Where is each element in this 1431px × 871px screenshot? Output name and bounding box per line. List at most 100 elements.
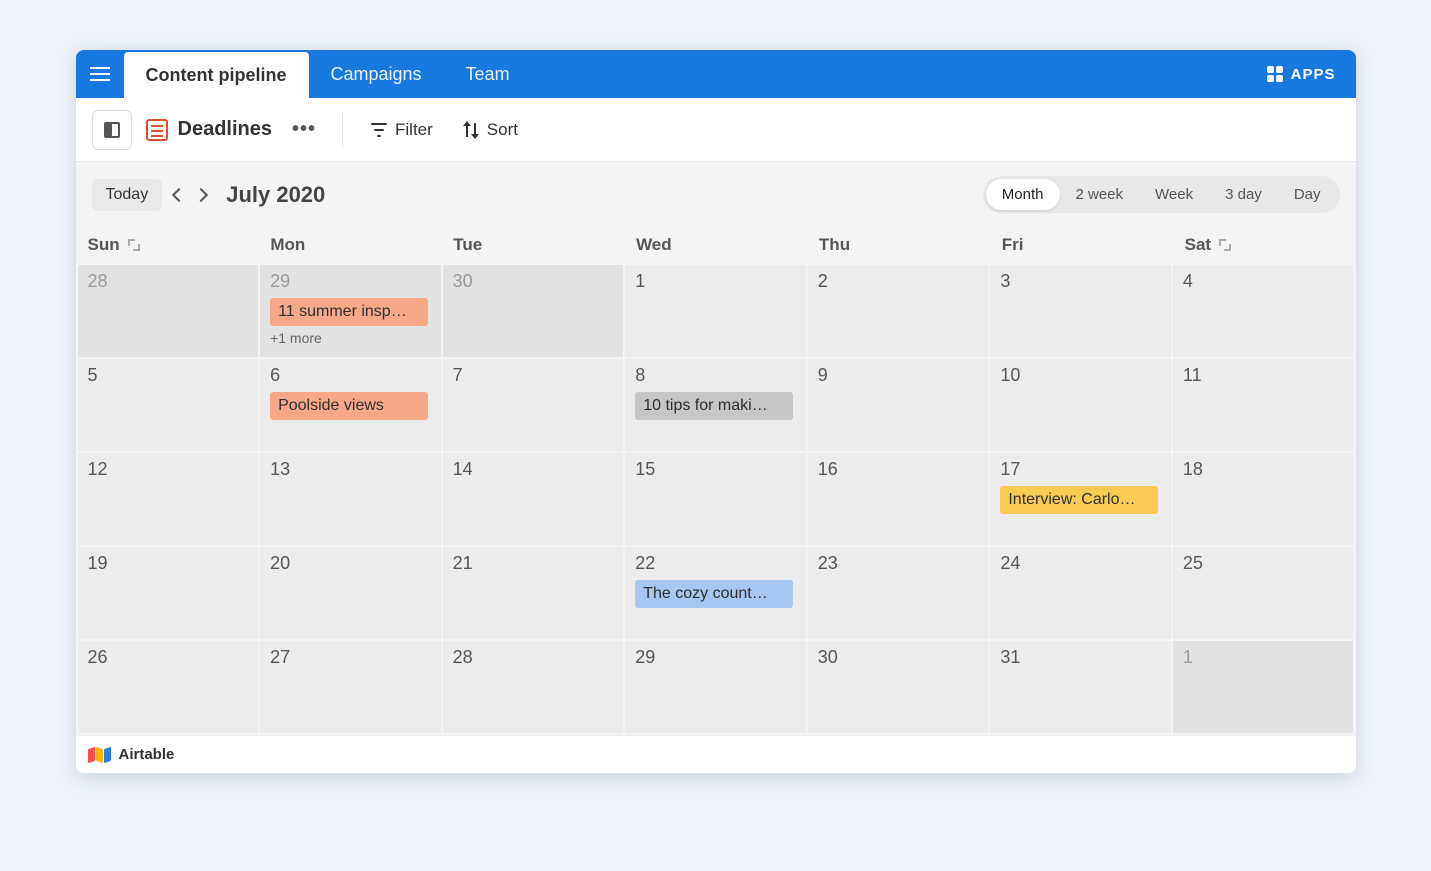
topbar: Content pipeline Campaigns Team APPS (76, 50, 1356, 98)
view-title[interactable]: Deadlines (146, 118, 272, 141)
today-button[interactable]: Today (92, 179, 163, 211)
calendar-cell[interactable]: 810 tips for maki… (625, 359, 806, 451)
footer-brand: Airtable (119, 746, 175, 763)
day-number: 28 (453, 647, 618, 668)
calendar-cell[interactable]: 5 (78, 359, 259, 451)
day-number: 14 (453, 459, 618, 480)
calendar-cell[interactable]: 12 (78, 453, 259, 545)
sort-button[interactable]: Sort (455, 114, 526, 146)
next-month-button[interactable] (194, 187, 208, 201)
calendar-cell[interactable]: 2911 summer insp…+1 more (260, 265, 441, 357)
calendar-cell[interactable]: 30 (808, 641, 989, 733)
more-events[interactable]: +1 more (270, 330, 435, 346)
tab-campaigns[interactable]: Campaigns (309, 50, 444, 98)
calendar-cell[interactable]: 14 (443, 453, 624, 545)
month-title: July 2020 (226, 182, 325, 208)
calendar-cell[interactable]: 9 (808, 359, 989, 451)
weekday-header: Sun Mon Tue Wed Thu Fri Sat (76, 227, 1356, 265)
day-number: 21 (453, 553, 618, 574)
day-number: 1 (1183, 647, 1348, 668)
view-more-button[interactable]: ••• (286, 118, 322, 141)
calendar-cell[interactable]: 18 (1173, 453, 1354, 545)
airtable-logo-icon (88, 748, 111, 762)
calendar-cell[interactable]: 24 (990, 547, 1171, 639)
day-number: 17 (1000, 459, 1165, 480)
menu-button[interactable] (76, 50, 124, 98)
day-number: 7 (453, 365, 618, 386)
calendar-cell[interactable]: 15 (625, 453, 806, 545)
calendar-cell[interactable]: 29 (625, 641, 806, 733)
calendar-event[interactable]: 10 tips for maki… (635, 392, 793, 420)
calendar-cell[interactable]: 1 (1173, 641, 1354, 733)
calendar-cell[interactable]: 26 (78, 641, 259, 733)
calendar-event[interactable]: Interview: Carlo… (1000, 486, 1158, 514)
day-number: 15 (635, 459, 800, 480)
tab-team[interactable]: Team (444, 50, 532, 98)
day-number: 16 (818, 459, 983, 480)
calendar-cell[interactable]: 17 Interview: Carlo… (990, 453, 1171, 545)
weekday-sun: Sun (76, 235, 259, 255)
app-window: Content pipeline Campaigns Team APPS Dea… (76, 50, 1356, 773)
calendar-cell[interactable]: 13 (260, 453, 441, 545)
calendar-cell[interactable]: 27 (260, 641, 441, 733)
day-number: 31 (1000, 647, 1165, 668)
range-2week[interactable]: 2 week (1060, 179, 1140, 210)
weekday-thu: Thu (807, 235, 990, 255)
calendar-cell[interactable]: 7 (443, 359, 624, 451)
tab-content-pipeline[interactable]: Content pipeline (124, 52, 309, 98)
day-number: 10 (1000, 365, 1165, 386)
side-panel-toggle[interactable] (92, 110, 132, 150)
day-number: 30 (818, 647, 983, 668)
prev-month-button[interactable] (172, 187, 186, 201)
calendar-cell[interactable]: 3 (990, 265, 1171, 357)
apps-button[interactable]: APPS (1247, 50, 1356, 98)
filter-button[interactable]: Filter (363, 114, 441, 146)
range-month[interactable]: Month (986, 179, 1060, 210)
calendar-cell[interactable]: 22The cozy count… (625, 547, 806, 639)
expand-icon[interactable] (1219, 239, 1231, 251)
calendar-cell[interactable]: 28 (78, 265, 259, 357)
calendar-cell[interactable]: 10 (990, 359, 1171, 451)
weekday-wed: Wed (624, 235, 807, 255)
day-number: 20 (270, 553, 435, 574)
calendar-cell[interactable]: 20 (260, 547, 441, 639)
day-number: 1 (635, 271, 800, 292)
weekday-mon: Mon (258, 235, 441, 255)
range-day[interactable]: Day (1278, 179, 1337, 210)
calendar-cell[interactable]: 31 (990, 641, 1171, 733)
calendar-cell[interactable]: 23 (808, 547, 989, 639)
day-number: 2 (818, 271, 983, 292)
filter-icon (371, 123, 387, 137)
expand-icon[interactable] (128, 239, 140, 251)
day-number: 29 (635, 647, 800, 668)
calendar-cell[interactable]: 21 (443, 547, 624, 639)
calendar-event[interactable]: The cozy count… (635, 580, 793, 608)
calendar-cell[interactable]: 19 (78, 547, 259, 639)
calendar-grid: 282911 summer insp…+1 more30123456Poolsi… (76, 265, 1356, 735)
footer: Airtable (76, 735, 1356, 773)
day-number: 26 (88, 647, 253, 668)
day-number: 24 (1000, 553, 1165, 574)
calendar-cell[interactable]: 25 (1173, 547, 1354, 639)
range-3day[interactable]: 3 day (1209, 179, 1278, 210)
hamburger-icon (90, 73, 110, 75)
calendar-cell[interactable]: 6Poolside views (260, 359, 441, 451)
weekday-fri: Fri (990, 235, 1173, 255)
calendar-cell[interactable]: 2 (808, 265, 989, 357)
calendar-event[interactable]: Poolside views (270, 392, 428, 420)
calendar-cell[interactable]: 16 (808, 453, 989, 545)
calendar-cell[interactable]: 28 (443, 641, 624, 733)
apps-icon (1267, 66, 1283, 82)
calendar-cell[interactable]: 30 (443, 265, 624, 357)
weekday-tue: Tue (441, 235, 624, 255)
calendar-cell[interactable]: 1 (625, 265, 806, 357)
day-number: 4 (1183, 271, 1348, 292)
divider (342, 113, 343, 147)
calendar-cell[interactable]: 11 (1173, 359, 1354, 451)
day-number: 28 (88, 271, 253, 292)
calendar-event[interactable]: 11 summer insp… (270, 298, 428, 326)
calendar-cell[interactable]: 4 (1173, 265, 1354, 357)
range-week[interactable]: Week (1139, 179, 1209, 210)
day-number: 13 (270, 459, 435, 480)
view-name: Deadlines (178, 118, 272, 141)
